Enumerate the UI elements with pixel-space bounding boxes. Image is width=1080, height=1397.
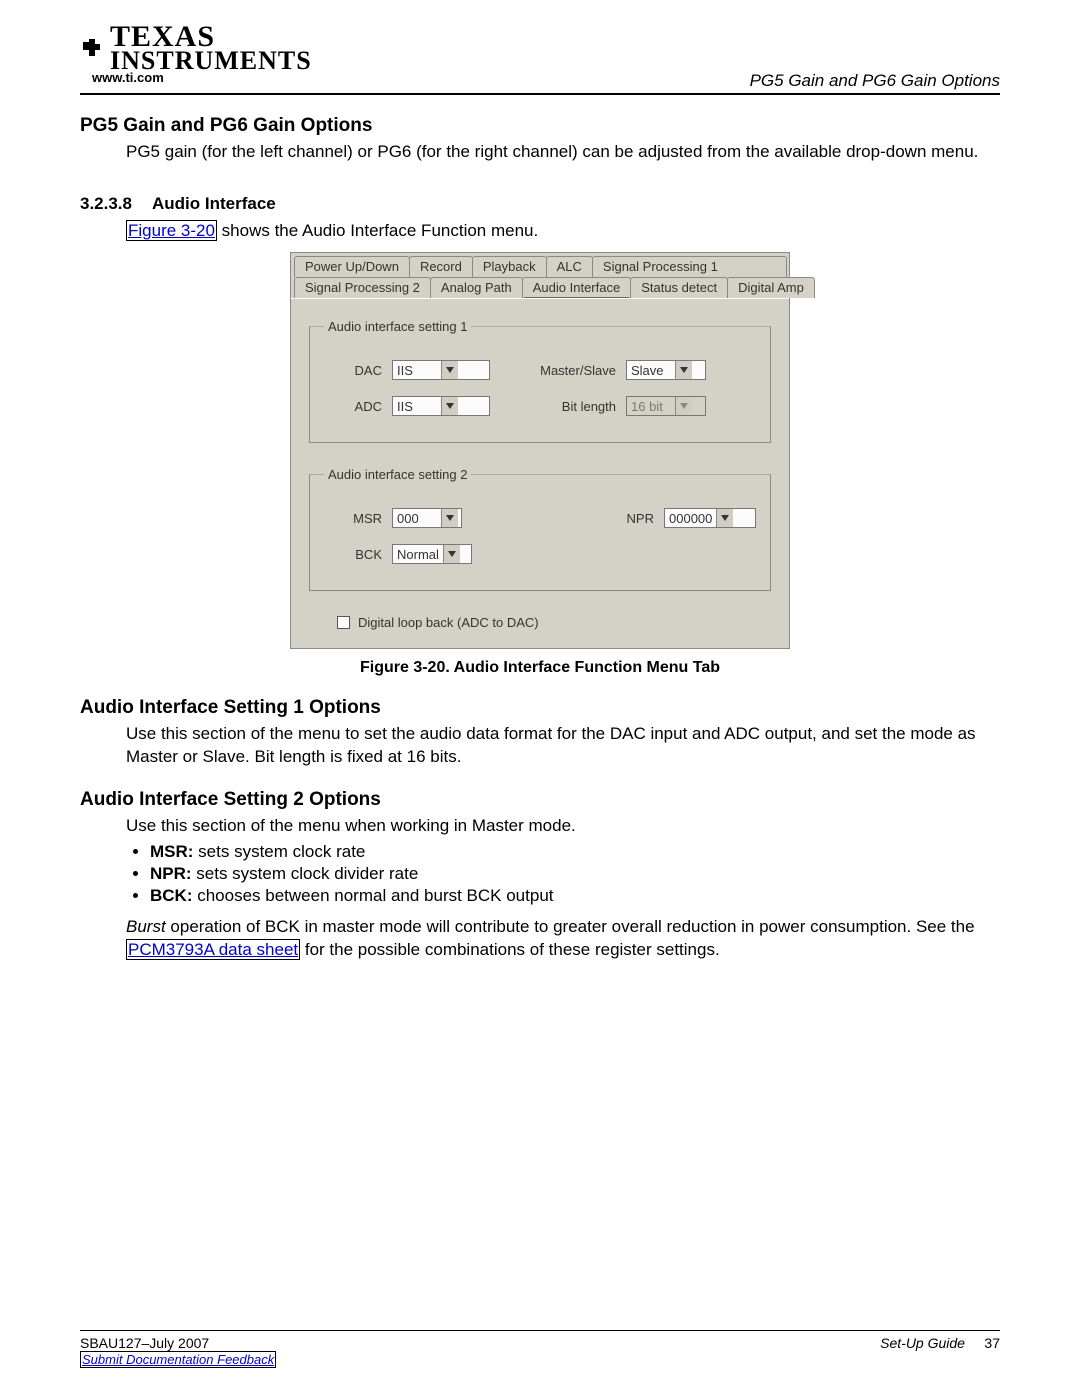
list-item: NPR: sets system clock divider rate [150,864,1000,884]
figure-3-20-link[interactable]: Figure 3-20 [126,220,217,241]
section-ais1-title: Audio Interface Setting 1 Options [80,697,1000,719]
section-3238-number: 3.2.3.8 [80,194,152,214]
npr-term: NPR: [150,864,192,883]
chevron-down-icon [441,361,458,379]
group1-legend: Audio interface setting 1 [324,319,471,334]
section-ais2-title: Audio Interface Setting 2 Options [80,789,1000,811]
bck-desc: chooses between normal and burst BCK out… [193,886,554,905]
list-item: BCK: chooses between normal and burst BC… [150,886,1000,906]
tab-playback[interactable]: Playback [472,256,547,277]
breadcrumb: PG5 Gain and PG6 Gain Options [750,71,1000,91]
msr-combo[interactable]: 000 [392,508,462,528]
tab-record[interactable]: Record [409,256,473,277]
chevron-down-icon [675,397,692,415]
npr-combo[interactable]: 000000 [664,508,756,528]
npr-label: NPR [614,511,664,526]
section-ais2-intro: Use this section of the menu when workin… [126,815,1000,838]
tab-signal-processing-1[interactable]: Signal Processing 1 [592,256,787,277]
chevron-down-icon [716,509,733,527]
tab-alc[interactable]: ALC [546,256,593,277]
section-ais1-body: Use this section of the menu to set the … [126,723,1000,769]
footer-doc-id: SBAU127–July 2007 [80,1335,209,1351]
tab-row-1: Power Up/Down Record Playback ALC Signal… [294,256,786,277]
page-footer: SBAU127–July 2007 Submit Documentation F… [80,1330,1000,1367]
digital-loopback-checkbox[interactable] [337,616,350,629]
tab-signal-processing-2[interactable]: Signal Processing 2 [294,277,431,298]
adc-combo[interactable]: IIS [392,396,490,416]
msr-value: 000 [393,511,441,526]
group-audio-setting-2: Audio interface setting 2 MSR 000 NPR 00… [309,467,771,591]
tab-row-2: Signal Processing 2 Analog Path Audio In… [294,277,786,298]
bit-length-label: Bit length [520,399,626,414]
tab-strip: Power Up/Down Record Playback ALC Signal… [291,253,789,298]
chevron-down-icon [441,397,458,415]
bit-length-combo: 16 bit [626,396,706,416]
section-3238-heading: 3.2.3.8 Audio Interface [80,194,1000,214]
msr-desc: sets system clock rate [193,842,365,861]
chevron-down-icon [675,361,692,379]
tab-analog-path[interactable]: Analog Path [430,277,523,298]
brand-url: www.ti.com [92,70,164,85]
tab-digital-amp[interactable]: Digital Amp [727,277,815,298]
ti-chip-icon [80,36,104,60]
bck-term: BCK: [150,886,193,905]
master-slave-combo[interactable]: Slave [626,360,706,380]
burst-paragraph: Burst operation of BCK in master mode wi… [126,916,1000,962]
tab-audio-interface[interactable]: Audio Interface [522,277,631,298]
ti-logo-block: TEXAS INSTRUMENTS www.ti.com [80,24,312,85]
tab-status-detect[interactable]: Status detect [630,277,728,298]
msr-label: MSR [324,511,392,526]
audio-interface-screenshot: Power Up/Down Record Playback ALC Signal… [290,252,790,649]
master-slave-value: Slave [627,363,675,378]
footer-guide: Set-Up Guide [880,1335,965,1351]
npr-desc: sets system clock divider rate [192,864,419,883]
msr-term: MSR: [150,842,193,861]
bck-combo[interactable]: Normal [392,544,472,564]
dac-label: DAC [324,363,392,378]
burst-word: Burst [126,917,166,936]
digital-loopback-row[interactable]: Digital loop back (ADC to DAC) [337,615,771,630]
adc-label: ADC [324,399,392,414]
pcm3793a-datasheet-link[interactable]: PCM3793A data sheet [126,939,300,960]
adc-value: IIS [393,399,441,414]
group2-legend: Audio interface setting 2 [324,467,471,482]
burst-rest: operation of BCK in master mode will con… [166,917,975,936]
section-3238-lead: Figure 3-20 shows the Audio Interface Fu… [126,220,1000,243]
burst-tail: for the possible combinations of these r… [300,940,720,959]
chevron-down-icon [443,545,460,563]
bck-label: BCK [324,547,392,562]
dac-combo[interactable]: IIS [392,360,490,380]
digital-loopback-label: Digital loop back (ADC to DAC) [358,615,539,630]
section-3238-lead-tail: shows the Audio Interface Function menu. [217,221,538,240]
bck-value: Normal [393,547,443,562]
audio-interface-panel: Audio interface setting 1 DAC IIS Master… [291,298,789,648]
dac-value: IIS [393,363,441,378]
ais2-bullet-list: MSR: sets system clock rate NPR: sets sy… [150,842,1000,906]
npr-value: 000000 [665,511,716,526]
figure-caption: Figure 3-20. Audio Interface Function Me… [80,659,1000,677]
section-pg5-title: PG5 Gain and PG6 Gain Options [80,115,1000,137]
group-audio-setting-1: Audio interface setting 1 DAC IIS Master… [309,319,771,443]
footer-page-number: 37 [984,1335,1000,1351]
list-item: MSR: sets system clock rate [150,842,1000,862]
tab-power-up-down[interactable]: Power Up/Down [294,256,410,277]
bit-length-value: 16 bit [627,399,675,414]
section-3238-title: Audio Interface [152,194,276,214]
ti-logo: TEXAS INSTRUMENTS [80,24,312,72]
submit-feedback-link[interactable]: Submit Documentation Feedback [80,1351,276,1368]
master-slave-label: Master/Slave [520,363,626,378]
chevron-down-icon [441,509,458,527]
section-pg5-body: PG5 gain (for the left channel) or PG6 (… [126,141,1000,164]
